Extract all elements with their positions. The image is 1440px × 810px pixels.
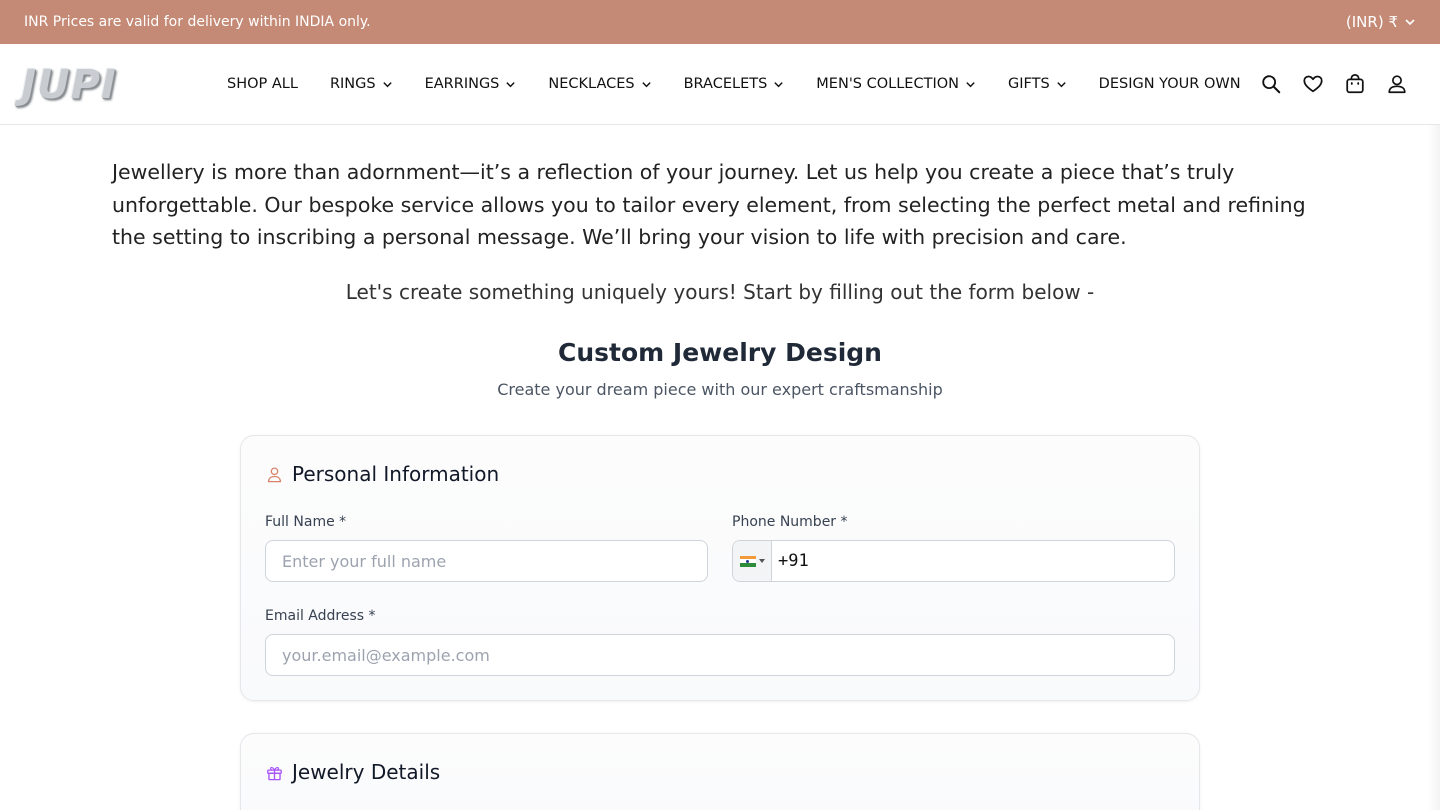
nav-item-shop-all[interactable]: SHOP ALL [227, 76, 298, 92]
section-heading: Jewelry Details [265, 760, 440, 784]
caret-down-icon [758, 559, 765, 563]
chevron-down-icon [641, 81, 651, 87]
intro-paragraph: Jewellery is more than adornment—it’s a … [112, 160, 1306, 249]
nav-item-label: GIFTS [1008, 76, 1050, 92]
user-icon [1388, 75, 1406, 94]
chevron-down-icon [1056, 81, 1066, 87]
currency-selector[interactable]: (INR) ₹ [1346, 13, 1416, 31]
account-button[interactable] [1386, 73, 1408, 95]
wishlist-button[interactable] [1302, 73, 1324, 95]
nav-item-label: SHOP ALL [227, 76, 298, 92]
form-subtitle: Create your dream piece with our expert … [497, 380, 943, 399]
section-title: Personal Information [292, 462, 500, 486]
form-title: Custom Jewelry Design [558, 338, 882, 367]
nav-item-mens-collection[interactable]: MEN'S COLLECTION [816, 76, 976, 92]
phone-number-input[interactable] [772, 541, 1174, 581]
page-edge-shadow [1428, 125, 1440, 810]
chevron-down-icon [506, 81, 516, 87]
nav-item-gifts[interactable]: GIFTS [1008, 76, 1067, 92]
search-button[interactable] [1260, 73, 1282, 95]
nav-item-bracelets[interactable]: BRACELETS [684, 76, 785, 92]
jupi-logo[interactable]: JUPI [18, 56, 120, 114]
email-address-label: Email Address * [265, 608, 376, 624]
section-title: Jewelry Details [292, 760, 441, 784]
chevron-down-icon [1405, 19, 1415, 26]
india-flag-icon [739, 555, 756, 567]
nav-menu: SHOP ALL RINGS EARRINGS NECKLACES BRACEL… [227, 44, 1273, 124]
nav-item-necklaces[interactable]: NECKLACES [548, 76, 651, 92]
shopping-bag-icon [1346, 73, 1364, 94]
personal-information-section: Personal Information Full Name * Phone N… [240, 435, 1200, 701]
phone-number-label: Phone Number * [732, 514, 848, 530]
full-name-input[interactable] [265, 540, 708, 582]
country-code-selector[interactable] [733, 541, 772, 581]
delivery-notice: INR Prices are valid for delivery within… [24, 14, 371, 30]
chevron-down-icon [966, 81, 975, 87]
chevron-down-icon [774, 81, 783, 87]
chevron-down-icon [382, 81, 392, 87]
phone-number-field [732, 540, 1175, 582]
cart-button[interactable] [1344, 73, 1366, 95]
jewelry-details-section: Jewelry Details [240, 733, 1200, 810]
nav-item-earrings[interactable]: EARRINGS [425, 76, 517, 92]
search-icon [1262, 75, 1281, 94]
full-name-label: Full Name * [265, 514, 347, 530]
nav-item-label: RINGS [329, 76, 376, 92]
nav-item-label: MEN'S COLLECTION [816, 76, 959, 92]
heart-icon [1303, 75, 1323, 93]
nav-item-label: NECKLACES [548, 76, 635, 92]
email-input[interactable] [265, 634, 1175, 676]
main-navigation: JUPI SHOP ALL RINGS EARRINGS NECKLACES B… [0, 44, 1440, 125]
user-icon [267, 467, 282, 482]
nav-item-rings[interactable]: RINGS [330, 76, 393, 92]
header-actions [1260, 44, 1408, 124]
nav-item-label: DESIGN YOUR OWN [1098, 76, 1241, 92]
form-cta-text: Let's create something uniquely yours! S… [345, 280, 1095, 304]
announcement-bar: INR Prices are valid for delivery within… [0, 0, 1440, 44]
section-heading: Personal Information [265, 462, 499, 486]
nav-item-label: BRACELETS [683, 76, 768, 92]
currency-label: (INR) ₹ [1345, 13, 1398, 31]
nav-item-label: EARRINGS [424, 76, 500, 92]
gift-icon [267, 766, 282, 780]
nav-item-design-your-own[interactable]: DESIGN YOUR OWN [1099, 76, 1241, 92]
